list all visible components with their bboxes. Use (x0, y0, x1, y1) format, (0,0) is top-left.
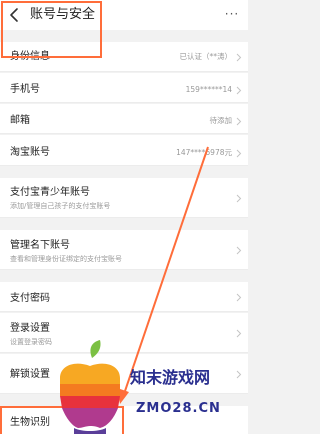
row-value: 已认证（**涛） (179, 52, 233, 61)
watermark-domain: ZMO28.CN (136, 401, 221, 416)
row-manage-accounts[interactable]: 管理名下账号 查看和管理身份证绑定的支付宝账号 (0, 230, 248, 270)
chevron-right-icon (236, 293, 242, 302)
chevron-right-icon (236, 246, 242, 255)
chevron-right-icon (236, 329, 242, 338)
row-teen-account[interactable]: 支付宝青少年账号 添加/管理自己孩子的支付宝账号 (0, 178, 248, 218)
row-unlock-settings[interactable]: 解锁设置 (0, 354, 248, 394)
chevron-right-icon (236, 194, 242, 203)
row-label: 支付宝青少年账号 (10, 187, 90, 198)
chevron-right-icon (236, 53, 242, 62)
row-taobao-account[interactable]: 淘宝账号 147****6978元 (0, 135, 248, 166)
chevron-right-icon (236, 149, 242, 158)
page-title: 账号与安全 (30, 7, 96, 22)
row-label: 邮箱 (10, 115, 30, 126)
row-identity-info[interactable]: 身份信息 已认证（**涛） (0, 42, 248, 72)
row-label: 支付密码 (10, 293, 50, 304)
row-value: 待添加 (209, 116, 233, 125)
chevron-right-icon (236, 370, 242, 379)
row-subtitle: 查看和管理身份证绑定的支付宝账号 (10, 255, 122, 263)
chevron-right-icon (236, 117, 242, 126)
row-label: 登录设置 (10, 323, 50, 334)
row-subtitle: 设置登录密码 (10, 338, 52, 346)
row-label: 淘宝账号 (10, 147, 50, 158)
watermark-text: 知末游戏网 (130, 368, 211, 387)
row-label: 管理名下账号 (10, 240, 70, 251)
row-label: 生物识别 (10, 417, 50, 428)
row-email[interactable]: 邮箱 待添加 (0, 104, 248, 134)
row-subtitle: 添加/管理自己孩子的支付宝账号 (10, 202, 111, 210)
row-login-settings[interactable]: 登录设置 设置登录密码 (0, 313, 248, 353)
row-label: 身份信息 (10, 51, 50, 62)
row-label: 手机号 (10, 84, 40, 95)
top-bar: 账号与安全 ··· (0, 0, 248, 30)
chevron-right-icon (236, 86, 242, 95)
row-value: 147****6978元 (176, 148, 232, 157)
row-phone-number[interactable]: 手机号 159******14 (0, 73, 248, 103)
row-value: 159******14 (185, 85, 232, 94)
back-arrow-icon[interactable] (8, 7, 20, 23)
more-options-icon[interactable]: ··· (223, 5, 241, 23)
row-payment-password[interactable]: 支付密码 (0, 282, 248, 312)
row-label: 解锁设置 (10, 369, 50, 380)
